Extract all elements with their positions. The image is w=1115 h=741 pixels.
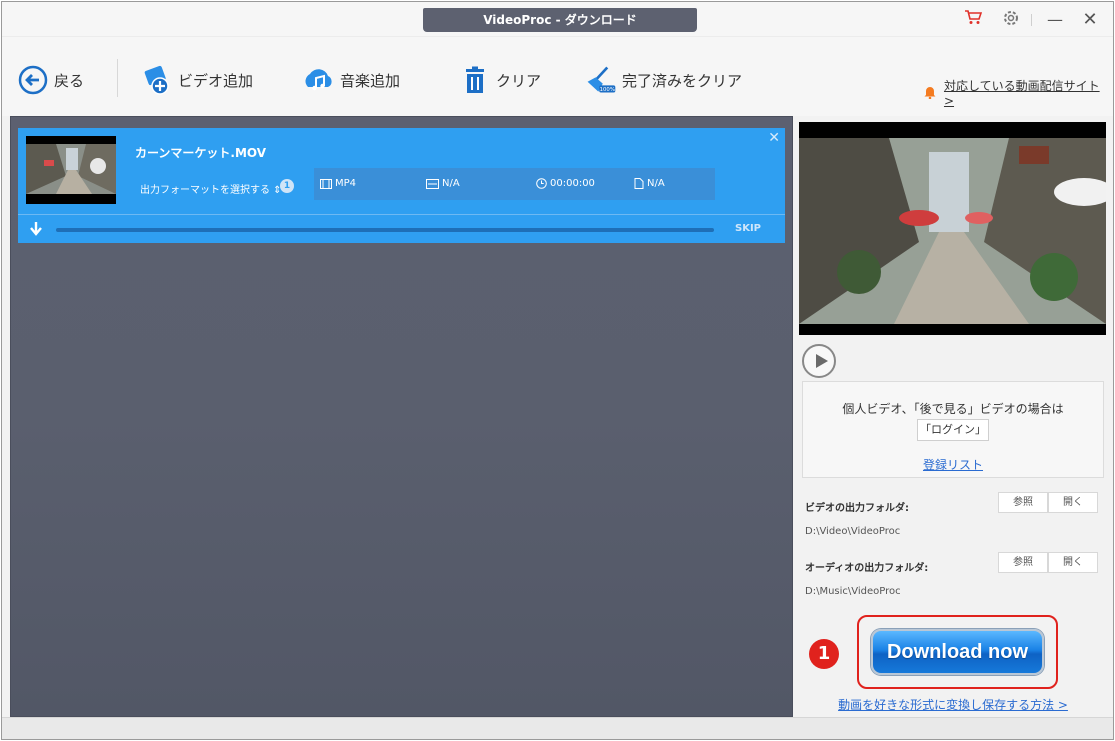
toolbar-separator (117, 59, 118, 97)
download-item[interactable]: カーンマーケット.MOV 出力フォーマットを選択する ⇕ 1 MP4 N/A 0… (18, 128, 785, 243)
clock-icon (536, 178, 547, 189)
howto-convert-link[interactable]: 動画を好きな形式に変換し保存する方法 > (793, 696, 1113, 713)
audio-open-button[interactable]: 開く (1048, 552, 1098, 573)
toolbar: 戻る ビデオ追加 音楽追加 クリア 100% 完了済みをクリア 対応している動画… (2, 36, 1113, 116)
clear-label: クリア (496, 71, 542, 90)
output-format-selector[interactable]: 出力フォーマットを選択する ⇕ (140, 181, 282, 196)
bell-icon (924, 87, 936, 99)
download-highlight-frame: Download now (857, 615, 1058, 689)
trash-icon (458, 65, 492, 95)
duration-value: 00:00:00 (550, 178, 595, 189)
clear-completed-button[interactable]: 100% 完了済みをクリア (584, 65, 742, 95)
resolution-icon (426, 178, 439, 189)
settings-gear-icon[interactable] (998, 9, 1024, 31)
login-button[interactable]: 「ログイン」 (917, 419, 989, 441)
file-name: カーンマーケット.MOV (135, 146, 267, 160)
svg-text:100%: 100% (600, 87, 615, 93)
download-arrow-icon (30, 222, 42, 236)
add-video-icon (140, 65, 174, 95)
video-open-button[interactable]: 開く (1048, 492, 1098, 513)
add-video-button[interactable]: ビデオ追加 (140, 65, 253, 95)
resolution-value: N/A (442, 178, 460, 189)
cart-icon[interactable] (960, 9, 986, 31)
format-value: MP4 (335, 178, 357, 189)
broom-icon: 100% (584, 65, 618, 95)
format-count-badge: 1 (280, 179, 294, 193)
login-prompt: 個人ビデオ、「後で見る」ビデオの場合は (842, 402, 1064, 416)
skip-button[interactable]: SKIP (735, 223, 761, 234)
title-separator (1031, 14, 1032, 26)
audio-browse-button[interactable]: 参照 (998, 552, 1048, 573)
title-bar: VideoProc - ダウンロード — ✕ (2, 2, 1113, 36)
close-button[interactable]: ✕ (1077, 9, 1103, 31)
download-now-button[interactable]: Download now (871, 629, 1044, 675)
audio-folder-path: D:\Music\VideoProc (805, 586, 901, 597)
video-browse-button[interactable]: 参照 (998, 492, 1048, 513)
status-bar (2, 717, 1113, 739)
back-arrow-icon (16, 65, 50, 95)
download-list-panel: カーンマーケット.MOV 出力フォーマットを選択する ⇕ 1 MP4 N/A 0… (10, 116, 793, 717)
clear-completed-label: 完了済みをクリア (622, 71, 743, 90)
step-number-badge: 1 (809, 639, 839, 669)
play-icon[interactable] (802, 344, 836, 378)
add-music-icon (302, 65, 336, 95)
back-label: 戻る (54, 71, 85, 90)
supported-sites-label: 対応している動画配信サイト > (943, 79, 1100, 108)
item-divider (18, 214, 785, 215)
remove-item-close-icon[interactable]: ✕ (768, 130, 780, 146)
size-info: N/A (634, 178, 665, 189)
download-progress-bar (56, 228, 714, 232)
audio-folder-label: オーディオの出力フォルダ: (805, 563, 929, 574)
registered-list-link[interactable]: 登録リスト (803, 456, 1103, 473)
add-video-label: ビデオ追加 (178, 71, 254, 90)
supported-sites-link[interactable]: 対応している動画配信サイト > (924, 77, 1113, 108)
media-info-bar: MP4 N/A 00:00:00 N/A (314, 168, 715, 200)
duration-info: 00:00:00 (536, 178, 595, 189)
add-music-button[interactable]: 音楽追加 (302, 65, 400, 95)
back-button[interactable]: 戻る (16, 65, 84, 95)
file-icon (634, 178, 644, 189)
resolution-info: N/A (426, 178, 460, 189)
minimize-button[interactable]: — (1042, 9, 1068, 31)
video-folder-label: ビデオの出力フォルダ: (805, 503, 909, 514)
film-icon (320, 178, 332, 189)
video-folder-path: D:\Video\VideoProc (805, 526, 901, 537)
clear-button[interactable]: クリア (458, 65, 541, 95)
app-window: VideoProc - ダウンロード — ✕ 戻る ビデオ追加 音楽追加 クリア… (1, 1, 1114, 740)
right-side-panel: 個人ビデオ、「後で見る」ビデオの場合は 「ログイン」 登録リスト ビデオの出力フ… (793, 116, 1113, 717)
video-preview (799, 122, 1106, 335)
video-thumbnail (26, 136, 116, 204)
add-music-label: 音楽追加 (340, 71, 401, 90)
format-info: MP4 (320, 178, 356, 189)
size-value: N/A (647, 178, 665, 189)
window-title: VideoProc - ダウンロード (423, 8, 697, 32)
login-box: 個人ビデオ、「後で見る」ビデオの場合は 「ログイン」 登録リスト (802, 381, 1104, 478)
